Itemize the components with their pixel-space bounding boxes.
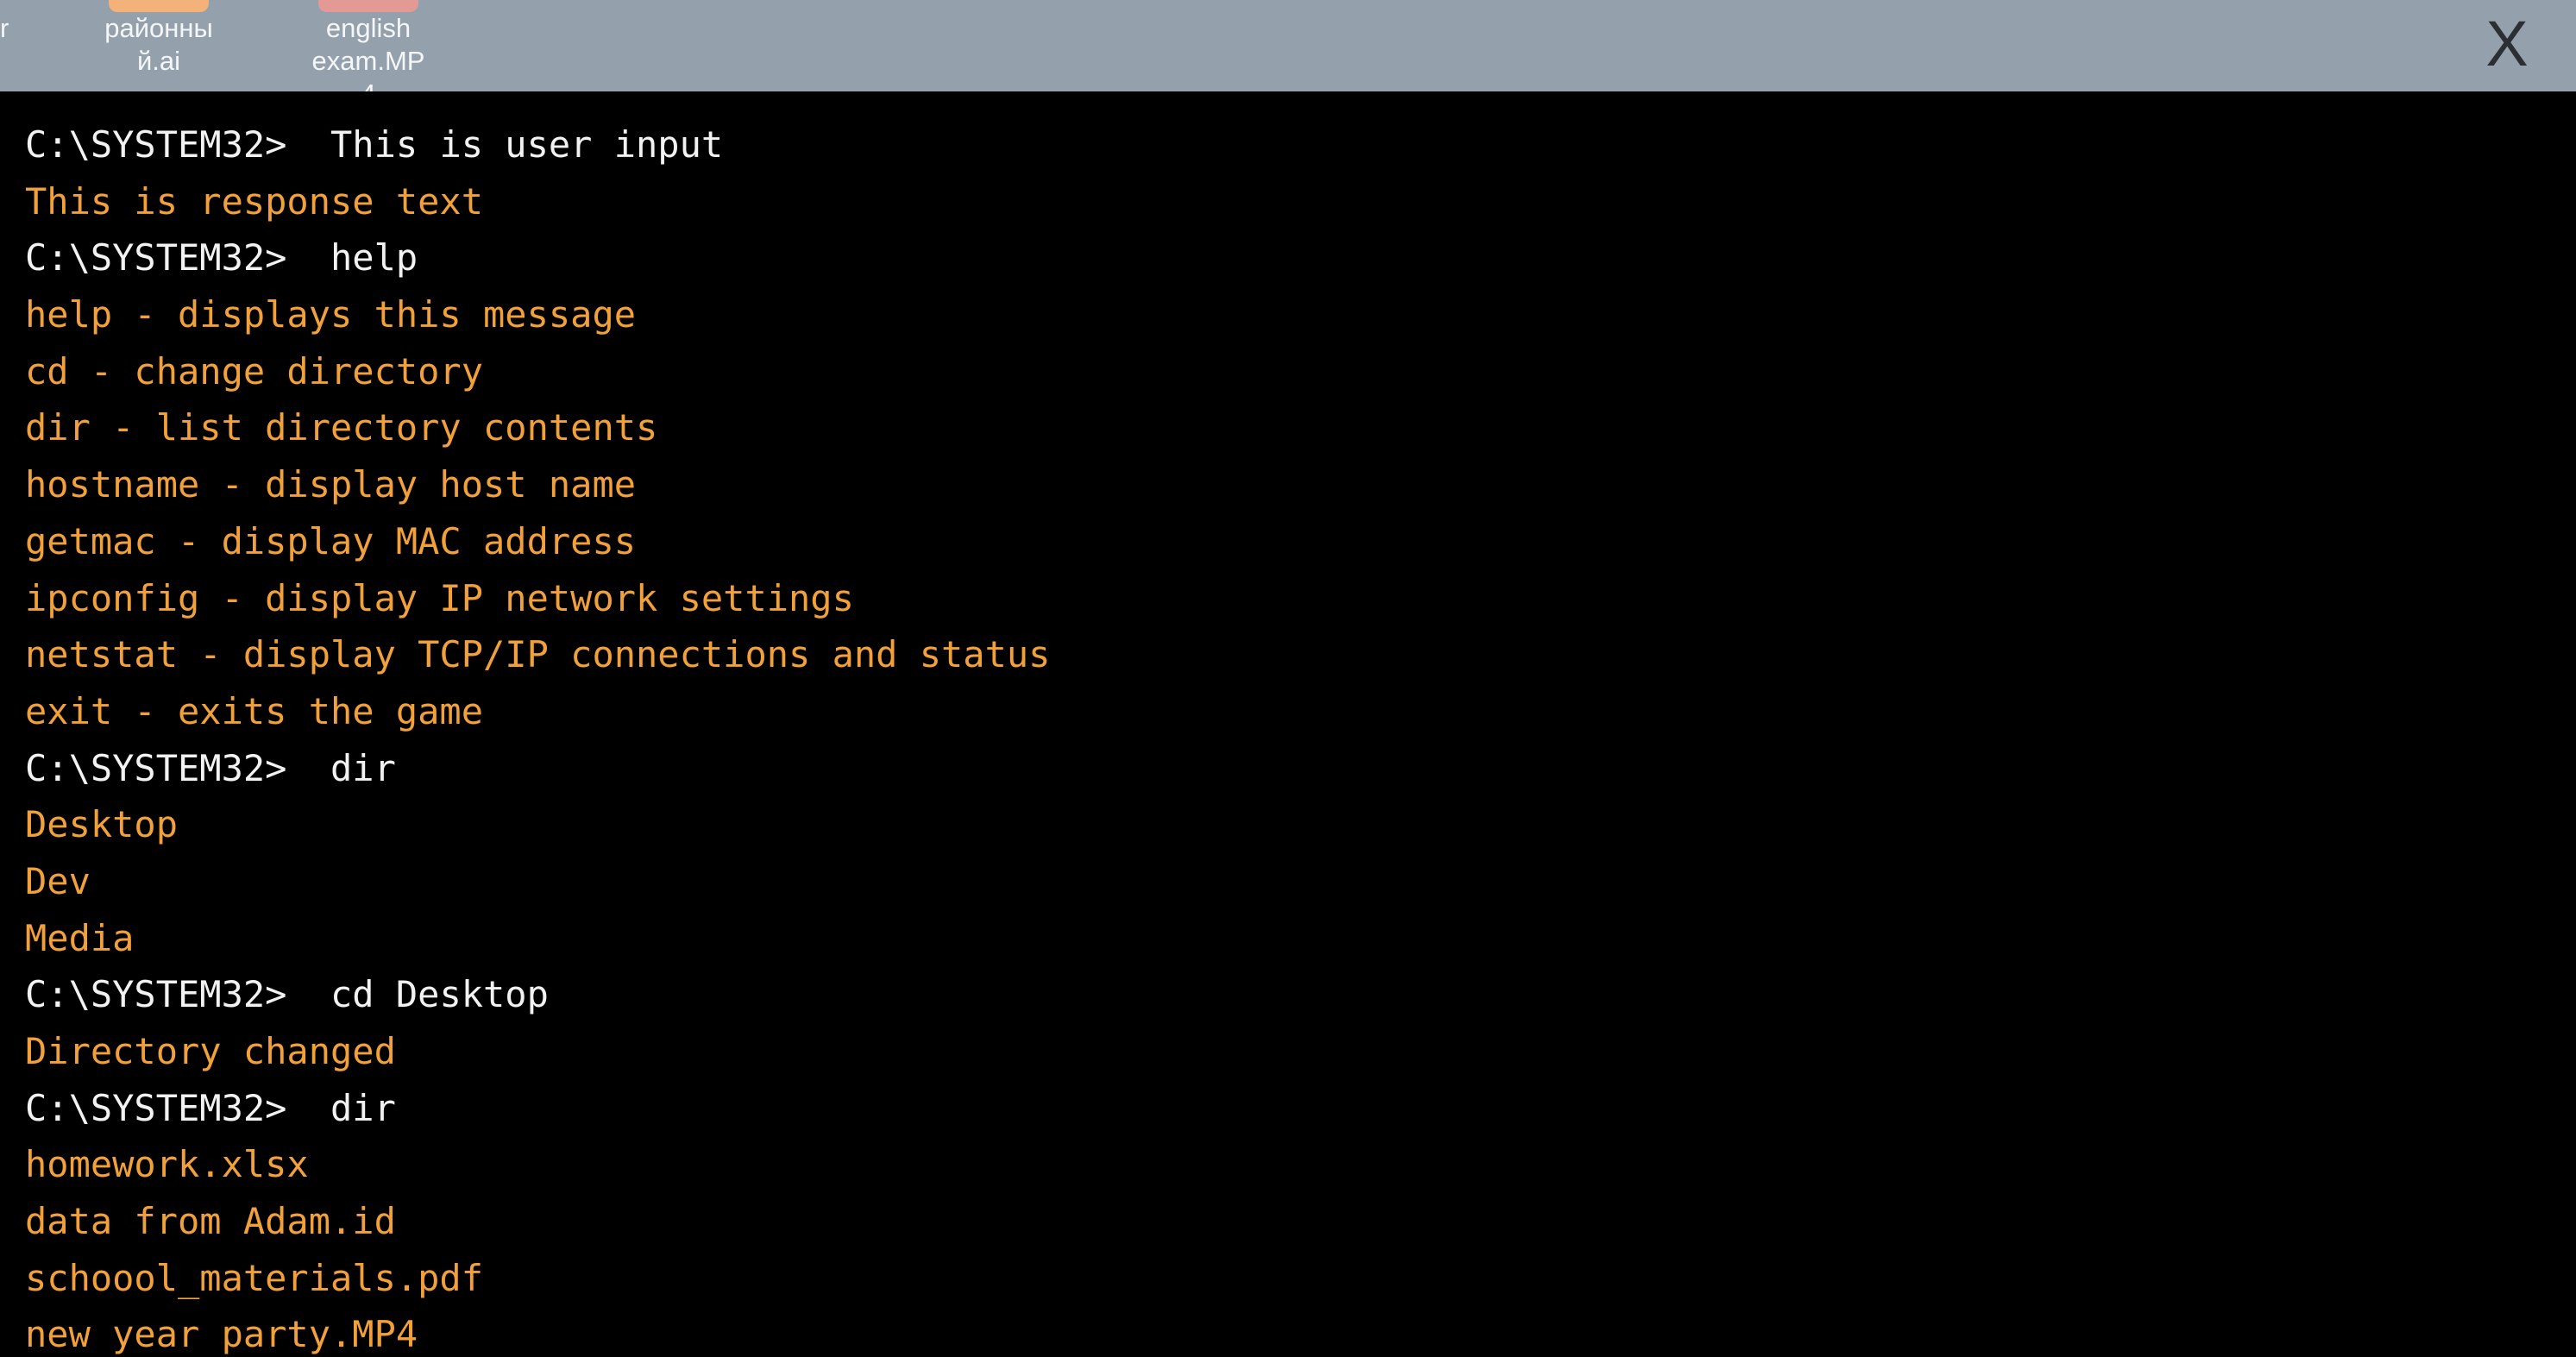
terminal-response-line: exit - exits the game	[25, 689, 484, 732]
terminal-response-line: new year party.MP4	[25, 1313, 418, 1356]
terminal-response-line: Directory changed	[25, 1030, 396, 1072]
terminal-input-line: C:\SYSTEM32> cd Desktop	[25, 966, 2576, 1023]
terminal-prompt: C:\SYSTEM32>	[25, 236, 287, 280]
terminal-response-line: Dev	[25, 859, 91, 902]
terminal-prompt: C:\SYSTEM32>	[25, 1086, 287, 1129]
terminal-response-line: Desktop	[25, 803, 179, 846]
desktop-icon-english-exam-mp4[interactable]: english exam.MP 4	[273, 0, 463, 91]
terminal-response-line: data from Adam.id	[25, 1200, 396, 1243]
terminal-command: help	[330, 236, 418, 280]
terminal-prompt: C:\SYSTEM32>	[25, 973, 287, 1016]
terminal-input-line: C:\SYSTEM32> dir	[25, 1080, 2576, 1137]
terminal-response-line: help - displays this message	[25, 293, 637, 336]
terminal-response-line: This is response text	[25, 179, 484, 223]
terminal-response-line: cd - change directory	[25, 349, 484, 393]
terminal-response-line: ipconfig - display IP network settings	[25, 576, 854, 619]
terminal-response-line: getmac - display MAC address	[25, 519, 637, 562]
desktop-icon-label: районны й.ai	[104, 13, 213, 76]
terminal-command: This is user input	[330, 123, 724, 166]
desktop-icon-label: english exam.MP 4	[311, 13, 425, 91]
terminal-response-line: hostname - display host name	[25, 463, 637, 506]
terminal-prompt: C:\SYSTEM32>	[25, 746, 287, 789]
terminal-response-line: dir - list directory contents	[25, 406, 658, 449]
desktop-icon-bar: r районны й.ai english exam.MP 4 X	[0, 0, 2576, 91]
desktop-icon-partial-label: r	[0, 13, 9, 43]
ai-file-icon	[109, 0, 209, 12]
terminal-command: dir	[330, 746, 396, 789]
terminal-input-line: C:\SYSTEM32> This is user input	[25, 116, 2576, 173]
terminal-response-line: schoool_materials.pdf	[25, 1256, 484, 1299]
terminal-input-line: C:\SYSTEM32> dir	[25, 740, 2576, 797]
terminal-prompt: C:\SYSTEM32>	[25, 123, 287, 166]
terminal-response-line: Media	[25, 916, 135, 959]
terminal-response-line: netstat - display TCP/IP connections and…	[25, 633, 1051, 676]
terminal-input-line: C:\SYSTEM32> help	[25, 229, 2576, 286]
terminal-command: cd Desktop	[330, 973, 549, 1016]
terminal-command: dir	[330, 1086, 396, 1129]
video-file-icon	[318, 0, 418, 12]
close-button[interactable]: X	[2472, 5, 2541, 83]
terminal-response-line: homework.xlsx	[25, 1143, 309, 1186]
desktop-icon-raionnyi-ai[interactable]: районны й.ai	[64, 0, 254, 91]
terminal-window[interactable]: C:\SYSTEM32> This is user input This is r…	[0, 91, 2576, 1357]
